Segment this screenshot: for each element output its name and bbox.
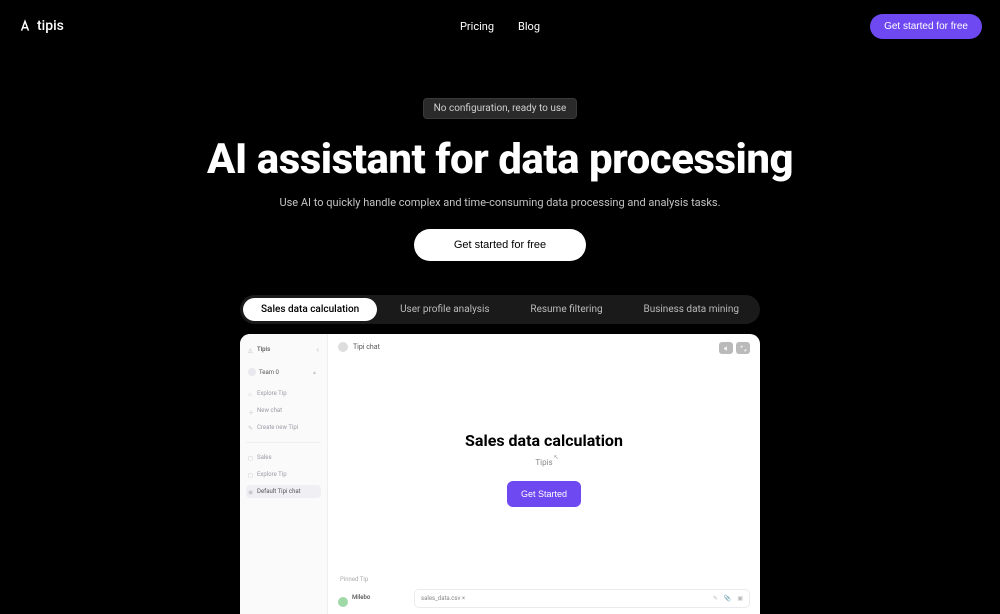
- file-chip[interactable]: sales_data.csv ×: [421, 595, 465, 602]
- chat-icon: ◉: [248, 489, 254, 495]
- app-main-pane: Tipi chat Sales data calculation Tipis ↖…: [328, 334, 760, 614]
- attach-icon[interactable]: ✎: [713, 595, 718, 602]
- brand-logo[interactable]: tipis: [18, 18, 64, 34]
- hero-section: No configuration, ready to use AI assist…: [0, 40, 1000, 261]
- user-block: Milebo: [338, 595, 408, 608]
- pinned-tip-label: Pinned Tip: [338, 576, 750, 583]
- create-icon: ✎: [248, 425, 254, 431]
- sidebar-item-new-chat[interactable]: ＋ New chat: [246, 404, 321, 417]
- tab-sales-data[interactable]: Sales data calculation: [243, 298, 377, 321]
- sidebar-team[interactable]: Team 0 ▴: [246, 365, 321, 379]
- sidebar-recent-explore[interactable]: ◻ Explore Tip: [246, 468, 321, 481]
- brand-name: tipis: [37, 18, 64, 34]
- app-sidebar: ◬ Tipis ‹ Team 0 ▴ ⌂ Explore Tip ＋ New c…: [240, 334, 328, 614]
- chat-icon: ◻: [248, 472, 254, 478]
- app-preview-window: ◬ Tipis ‹ Team 0 ▴ ⌂ Explore Tip ＋ New c…: [240, 334, 760, 614]
- demo-get-started-button[interactable]: Get Started: [507, 481, 581, 507]
- sidebar-recent-sales[interactable]: ◻ Sales: [246, 451, 321, 464]
- hero-title: AI assistant for data processing: [0, 135, 1000, 184]
- tab-user-profile[interactable]: User profile analysis: [382, 298, 508, 321]
- sidebar-item-explore[interactable]: ⌂ Explore Tip: [246, 387, 321, 400]
- sidebar-recent-default[interactable]: ◉ Default Tipi chat: [246, 485, 321, 498]
- demo-tabs: Sales data calculation User profile anal…: [240, 295, 760, 324]
- sidebar-item-create-tipi[interactable]: ✎ Create new Tipi: [246, 421, 321, 434]
- sidebar-item-label: New chat: [257, 407, 282, 414]
- sidebar-item-label: Explore Tip: [257, 390, 287, 397]
- clip-icon[interactable]: 📎: [724, 595, 731, 602]
- input-action-icons: ✎ 📎 ▣: [713, 595, 743, 602]
- demo-center: Sales data calculation Tipis ↖ Get Start…: [338, 342, 750, 596]
- team-avatar: [248, 368, 256, 376]
- primary-nav: Pricing Blog: [460, 20, 540, 33]
- header-cta-button[interactable]: Get started for free: [870, 14, 982, 39]
- user-name: Milebo: [352, 595, 370, 602]
- chat-bottom: Pinned Tip Milebo sales_data.csv × ✎ 📎 ▣: [328, 576, 760, 614]
- site-header: tipis Pricing Blog Get started for free: [0, 0, 1000, 40]
- nav-blog[interactable]: Blog: [518, 20, 540, 33]
- cursor-icon: ↖: [554, 454, 559, 461]
- chat-icon: ◻: [248, 455, 254, 461]
- explore-icon: ⌂: [248, 391, 254, 397]
- hero-badge: No configuration, ready to use: [423, 98, 578, 119]
- workspace-icon: ◬: [248, 347, 254, 353]
- team-menu-icon[interactable]: ▴: [313, 369, 319, 375]
- tab-resume-filtering[interactable]: Resume filtering: [512, 298, 620, 321]
- sidebar-divider: [246, 442, 321, 443]
- chat-input[interactable]: sales_data.csv × ✎ 📎 ▣: [414, 589, 750, 608]
- sidebar-item-label: Sales: [257, 454, 272, 461]
- user-avatar: [338, 597, 348, 607]
- workspace-name: Tipis: [257, 346, 270, 353]
- demo-title: Sales data calculation: [465, 431, 623, 450]
- sidebar-item-label: Default Tipi chat: [257, 488, 301, 495]
- sidebar-collapse-icon[interactable]: ‹: [317, 345, 319, 354]
- logo-icon: [18, 19, 32, 33]
- new-chat-icon: ＋: [248, 408, 254, 414]
- hero-cta-button[interactable]: Get started for free: [414, 229, 586, 261]
- sidebar-item-label: Explore Tip: [257, 471, 287, 478]
- team-name: Team 0: [259, 369, 279, 376]
- nav-pricing[interactable]: Pricing: [460, 20, 494, 33]
- send-icon[interactable]: ▣: [737, 595, 743, 602]
- tab-business-data[interactable]: Business data mining: [625, 298, 757, 321]
- user-sub: [352, 602, 370, 608]
- hero-subtitle: Use AI to quickly handle complex and tim…: [0, 196, 1000, 209]
- demo-brand: Tipis ↖: [535, 458, 552, 467]
- sidebar-workspace[interactable]: ◬ Tipis ‹: [246, 342, 321, 357]
- sidebar-item-label: Create new Tipi: [257, 424, 298, 431]
